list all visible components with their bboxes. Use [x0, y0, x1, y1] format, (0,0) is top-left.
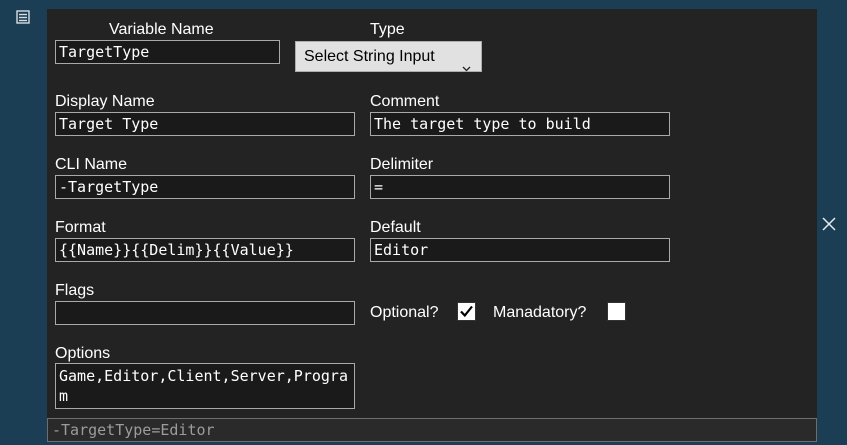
command-preview: -TargetType=Editor	[47, 418, 817, 442]
comment-input[interactable]	[370, 112, 670, 136]
cli-name-label: CLI Name	[55, 156, 128, 173]
close-icon[interactable]	[821, 216, 839, 234]
variable-editor-panel: Variable Name Type Select String Input D…	[47, 9, 817, 418]
format-label: Format	[55, 219, 106, 236]
drag-handle-icon[interactable]	[16, 10, 34, 26]
type-select[interactable]: Select String Input	[295, 41, 482, 72]
format-input[interactable]	[55, 238, 355, 262]
flags-label: Flags	[55, 282, 95, 299]
delimiter-input[interactable]	[370, 175, 670, 199]
display-name-label: Display Name	[55, 93, 155, 110]
optional-label: Optional?	[370, 304, 439, 321]
cli-name-input[interactable]	[55, 175, 355, 199]
checkmark-icon	[460, 305, 473, 318]
flags-input[interactable]	[55, 301, 355, 325]
chevron-down-icon	[462, 53, 471, 82]
variable-name-label: Variable Name	[109, 21, 214, 38]
default-input[interactable]	[370, 238, 670, 262]
delimiter-label: Delimiter	[370, 156, 434, 173]
options-textarea[interactable]: Game,Editor,Client,Server,Program	[55, 363, 355, 409]
mandatory-label: Manadatory?	[493, 304, 587, 321]
options-label: Options	[55, 345, 111, 362]
display-name-input[interactable]	[55, 112, 355, 136]
type-label: Type	[370, 21, 405, 38]
type-select-value: Select String Input	[304, 48, 435, 65]
default-label: Default	[370, 219, 421, 236]
variable-name-input[interactable]	[55, 40, 280, 64]
mandatory-checkbox[interactable]	[607, 302, 626, 321]
comment-label: Comment	[370, 93, 440, 110]
optional-checkbox[interactable]	[457, 302, 476, 321]
